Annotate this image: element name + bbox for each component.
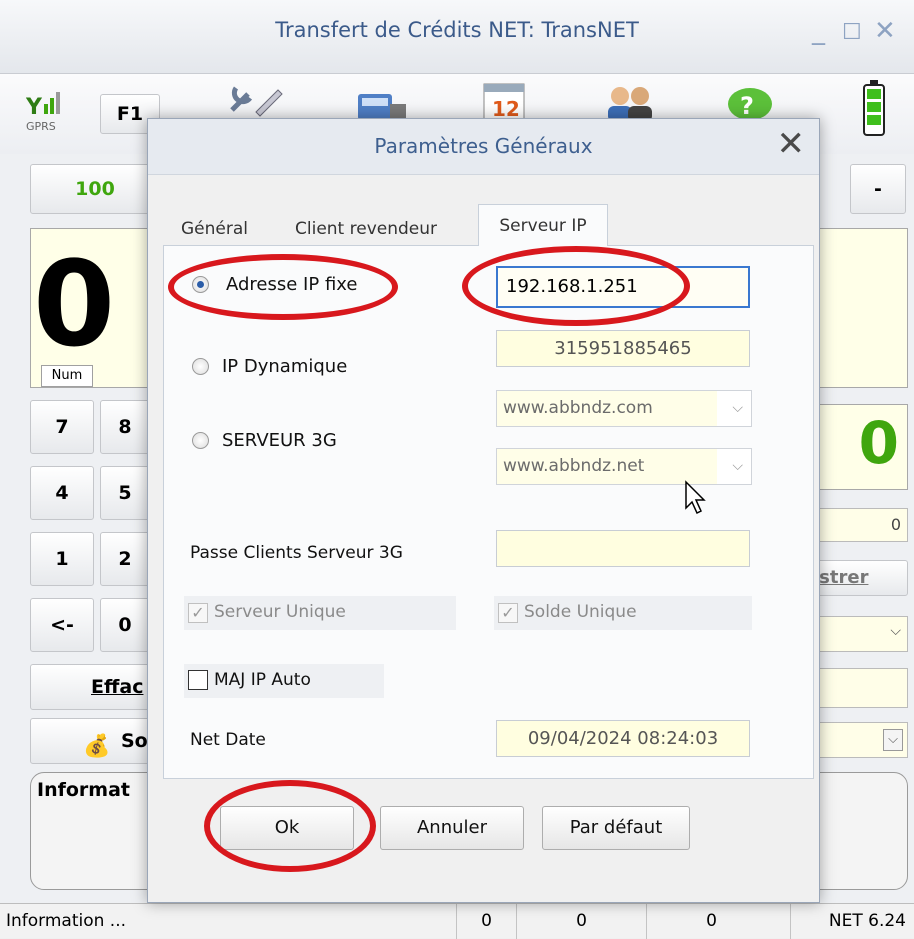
serveur-unique-checkbox[interactable]: ✓ Serveur Unique — [184, 596, 456, 630]
signal-label: GPRS — [26, 120, 56, 133]
key-8[interactable]: 8 — [100, 400, 150, 454]
tab-serveur-ip[interactable]: Serveur IP — [478, 204, 608, 246]
right-combo-2[interactable]: ⌵ — [812, 722, 908, 758]
maj-ip-auto-checkbox[interactable]: MAJ IP Auto — [184, 664, 384, 698]
checkbox-box — [188, 670, 208, 690]
main-title-bar: Transfert de Crédits NET: TransNET _ ☐ ✕ — [0, 0, 914, 74]
status-version: NET 6.24 — [790, 904, 914, 939]
right-small-field[interactable]: 0 — [812, 508, 908, 542]
amount-100-button[interactable]: 100 — [30, 164, 160, 214]
status-bar: Information ... 0 0 0 NET 6.24 — [0, 903, 914, 939]
net-date-label: Net Date — [190, 730, 266, 750]
pass-input[interactable] — [496, 530, 750, 567]
tab-general[interactable]: Général — [181, 214, 248, 246]
radio-dynamic-ip-label: IP Dynamique — [222, 356, 348, 377]
radio-server-3g[interactable] — [192, 432, 209, 449]
tab-client-revendeur[interactable]: Client revendeur — [295, 214, 437, 246]
users-icon[interactable] — [600, 82, 660, 122]
key-5[interactable]: 5 — [100, 466, 150, 520]
server-3g-secondary-value: www.abbndz.net — [497, 449, 717, 484]
status-count-1: 0 — [456, 904, 516, 939]
tools-icon[interactable] — [226, 80, 286, 120]
tab-panel-serveur-ip — [163, 245, 814, 779]
server-3g-primary-combo[interactable]: www.abbndz.com ⌵ — [496, 390, 752, 427]
main-window-title: Transfert de Crédits NET: TransNET — [275, 18, 639, 42]
default-button[interactable]: Par défaut — [542, 806, 690, 850]
solde-unique-checkbox[interactable]: ✓ Solde Unique — [494, 596, 752, 630]
svg-text:Y: Y — [26, 95, 43, 118]
dialog-title: Paramètres Généraux — [374, 134, 593, 158]
help-icon[interactable]: ? — [722, 82, 778, 122]
status-count-2: 0 — [516, 904, 646, 939]
serveur-unique-label: Serveur Unique — [214, 602, 346, 622]
chevron-down-icon: ⌵ — [732, 400, 743, 416]
server-3g-primary-value: www.abbndz.com — [497, 391, 717, 426]
chevron-down-icon: ⌵ — [732, 458, 743, 474]
chevron-down-icon: ⌵ — [890, 623, 901, 639]
solde-button[interactable]: 💰 So — [30, 718, 150, 764]
key-1[interactable]: 1 — [30, 532, 94, 586]
cancel-button[interactable]: Annuler — [380, 806, 524, 850]
display-value: 0 — [33, 235, 116, 373]
check-icon: ✓ — [498, 603, 518, 623]
right-combo-1[interactable]: ⌵ — [812, 616, 908, 652]
highlight-ring-fixed-ip — [168, 254, 398, 320]
key-2[interactable]: 2 — [100, 532, 150, 586]
pass-label: Passe Clients Serveur 3G — [190, 543, 403, 563]
radio-dynamic-ip[interactable] — [192, 358, 209, 375]
minus-button[interactable]: - — [850, 164, 906, 214]
close-icon[interactable]: ✕ — [874, 18, 896, 44]
dialog-title-bar: Paramètres Généraux ✕ — [148, 119, 819, 175]
display-right-pane — [812, 228, 908, 388]
effacer-button[interactable]: Effac — [30, 664, 150, 710]
main-display: 0 Num — [30, 228, 160, 388]
right-display: 0 — [812, 404, 908, 490]
close-icon[interactable]: ✕ — [777, 127, 806, 161]
radio-server-3g-label: SERVEUR 3G — [222, 430, 337, 451]
maximize-icon[interactable]: ☐ — [842, 20, 862, 46]
svg-text:?: ? — [740, 92, 754, 120]
key-0[interactable]: 0 — [100, 598, 150, 652]
key-7[interactable]: 7 — [30, 400, 94, 454]
check-icon: ✓ — [188, 603, 208, 623]
money-bag-icon: 💰 — [83, 734, 111, 759]
mouse-cursor-icon — [684, 480, 708, 516]
server-3g-secondary-combo[interactable]: www.abbndz.net ⌵ — [496, 448, 752, 485]
information-title: Informat — [37, 779, 130, 801]
status-count-3: 0 — [646, 904, 776, 939]
status-info: Information ... — [6, 911, 127, 931]
right-field-2[interactable] — [812, 668, 908, 708]
highlight-ring-ip-value — [462, 246, 690, 326]
minimize-icon[interactable]: _ — [812, 18, 825, 44]
net-date-field: 09/04/2024 08:24:03 — [496, 720, 750, 757]
key-backspace[interactable]: <- — [30, 598, 94, 652]
maj-ip-auto-label: MAJ IP Auto — [214, 670, 311, 690]
chevron-down-icon: ⌵ — [883, 729, 903, 751]
solde-unique-label: Solde Unique — [524, 602, 637, 622]
battery-icon — [862, 80, 886, 136]
num-lock-indicator: Num — [41, 365, 93, 387]
right-display-value: 0 — [858, 409, 899, 477]
highlight-ring-ok — [204, 780, 376, 872]
solde-label: So — [121, 730, 148, 752]
enregistrer-button[interactable]: istrer — [812, 560, 908, 596]
key-4[interactable]: 4 — [30, 466, 94, 520]
signal-icon: Y GPRS — [25, 88, 70, 134]
calculator-icon[interactable] — [354, 82, 410, 122]
dynamic-ip-field[interactable]: 315951885465 — [496, 330, 750, 367]
